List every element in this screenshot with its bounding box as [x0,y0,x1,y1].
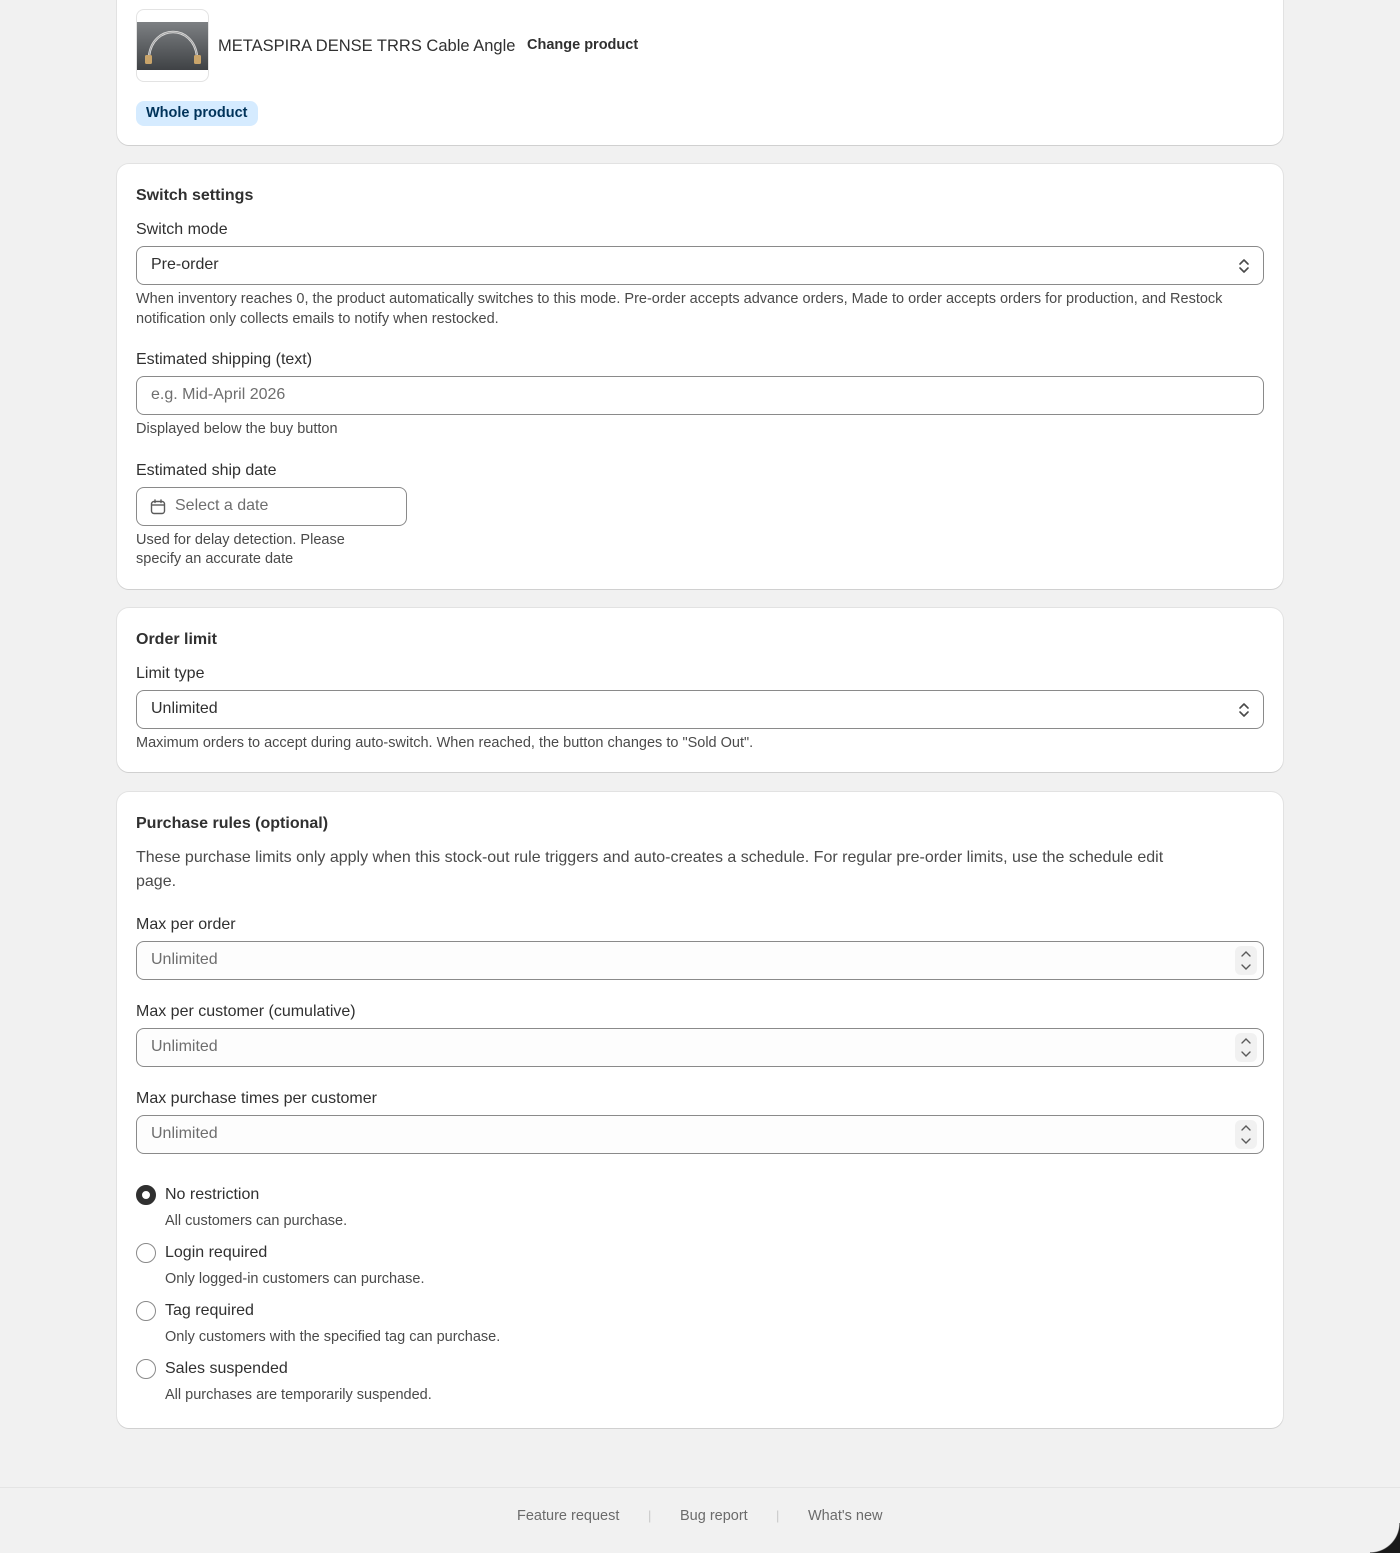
radio-no-restriction[interactable]: No restriction All customers can purchas… [136,1184,736,1236]
radio-help: All purchases are temporarily suspended. [165,1387,432,1403]
switch-mode-help: When inventory reaches 0, the product au… [136,291,1223,327]
feature-request-link[interactable]: Feature request [517,1508,619,1524]
product-card: METASPIRA DENSE TRRS Cable Angle Change … [117,0,1283,145]
ship-date-picker[interactable]: Select a date [136,487,407,526]
limit-type-label: Limit type [136,665,205,682]
max-per-customer-placeholder: Unlimited [151,1038,218,1055]
radio-help: All customers can purchase. [165,1213,348,1229]
chevron-down-icon[interactable] [1240,1136,1252,1146]
estimated-shipping-input[interactable]: e.g. Mid-April 2026 [136,376,1264,415]
radio-label: Login required [165,1244,268,1261]
number-stepper[interactable] [1235,946,1257,975]
footer: Feature request | Bug report | What's ne… [0,1487,1400,1553]
window-corner [1370,1523,1400,1553]
number-stepper[interactable] [1235,1120,1257,1149]
estimated-shipping-label: Estimated shipping (text) [136,351,313,368]
scope-badge: Whole product [136,101,258,126]
radio-label: No restriction [165,1186,260,1203]
radio-help: Only customers with the specified tag ca… [165,1329,501,1345]
purchase-rules-card: Purchase rules (optional) These purchase… [117,792,1283,1428]
estimated-shipping-help: Displayed below the buy button [136,421,338,437]
radio-button[interactable] [136,1301,156,1321]
switch-mode-select[interactable]: Pre-order [136,246,1264,285]
chevron-up-icon[interactable] [1240,949,1252,959]
select-chevron-icon [1239,259,1249,273]
limit-type-value: Unlimited [151,700,218,717]
chevron-down-icon[interactable] [1240,1049,1252,1059]
ship-date-placeholder: Select a date [175,497,269,514]
max-purchase-times-placeholder: Unlimited [151,1125,218,1142]
radio-button[interactable] [136,1185,156,1205]
max-per-order-input[interactable]: Unlimited [136,941,1264,980]
switch-settings-card: Switch settings Switch mode Pre-order Wh… [117,164,1283,589]
purchase-rules-description-line2: page. [136,873,177,890]
product-thumbnail-image [137,22,208,70]
footer-separator: | [648,1508,652,1523]
max-per-customer-label: Max per customer (cumulative) [136,1003,356,1020]
radio-button[interactable] [136,1243,156,1263]
change-product-button[interactable]: Change product [527,37,638,53]
select-chevron-icon [1239,703,1249,717]
whats-new-link[interactable]: What's new [808,1508,883,1524]
switch-mode-label: Switch mode [136,221,228,238]
ship-date-help-line1: Used for delay detection. Please [136,532,345,548]
purchase-rules-title: Purchase rules (optional) [136,815,329,832]
product-name: METASPIRA DENSE TRRS Cable Angle [218,37,516,55]
radio-sales-suspended[interactable]: Sales suspended All purchases are tempor… [136,1358,736,1410]
max-purchase-times-input[interactable]: Unlimited [136,1115,1264,1154]
product-thumbnail [136,9,209,82]
number-stepper[interactable] [1235,1033,1257,1062]
radio-tag-required[interactable]: Tag required Only customers with the spe… [136,1300,736,1352]
bug-report-link[interactable]: Bug report [680,1508,748,1524]
limit-type-help: Maximum orders to accept during auto-swi… [136,735,754,751]
radio-label: Sales suspended [165,1360,288,1377]
footer-separator: | [776,1508,780,1523]
radio-help: Only logged-in customers can purchase. [165,1271,425,1287]
radio-label: Tag required [165,1302,254,1319]
calendar-icon [150,499,166,515]
order-limit-title: Order limit [136,631,217,648]
chevron-up-icon[interactable] [1240,1123,1252,1133]
switch-mode-value: Pre-order [151,256,219,273]
estimated-shipping-placeholder: e.g. Mid-April 2026 [151,386,286,403]
radio-login-required[interactable]: Login required Only logged-in customers … [136,1242,736,1294]
estimated-ship-date-label: Estimated ship date [136,462,277,479]
radio-button[interactable] [136,1359,156,1379]
chevron-down-icon[interactable] [1240,962,1252,972]
max-per-customer-input[interactable]: Unlimited [136,1028,1264,1067]
ship-date-help-line2: specify an accurate date [136,551,294,567]
order-limit-card: Order limit Limit type Unlimited Maximum… [117,608,1283,772]
max-per-order-label: Max per order [136,916,236,933]
purchase-rules-description-line1: These purchase limits only apply when th… [136,849,1164,866]
switch-settings-title: Switch settings [136,187,254,204]
limit-type-select[interactable]: Unlimited [136,690,1264,729]
max-per-order-placeholder: Unlimited [151,951,218,968]
max-purchase-times-label: Max purchase times per customer [136,1090,377,1107]
chevron-up-icon[interactable] [1240,1036,1252,1046]
